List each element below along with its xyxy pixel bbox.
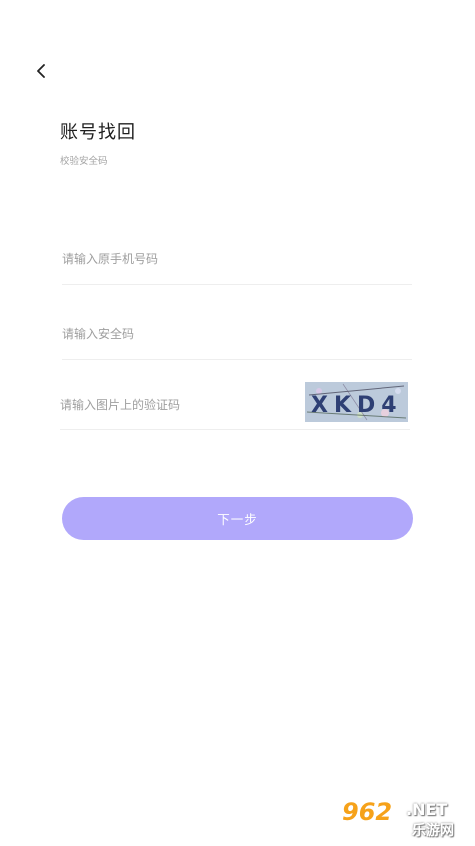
- security-code-input[interactable]: [62, 309, 412, 359]
- captcha-text: XKD4: [311, 393, 403, 418]
- captcha-graphic: XKD4: [305, 382, 408, 422]
- back-button[interactable]: [28, 58, 54, 84]
- phone-input[interactable]: [62, 234, 412, 284]
- chevron-left-icon: [37, 64, 45, 78]
- page-title: 账号找回: [60, 122, 136, 143]
- watermark-site-name: 乐游网: [412, 823, 454, 839]
- phone-field-row: [62, 234, 412, 285]
- page-subtitle: 校验安全码: [60, 156, 108, 167]
- captcha-field-row: XKD4: [60, 380, 410, 430]
- captcha-input[interactable]: [60, 380, 295, 429]
- next-step-button[interactable]: 下一步: [62, 497, 413, 540]
- captcha-image[interactable]: XKD4: [305, 382, 408, 422]
- watermark-number: 962: [342, 798, 393, 826]
- security-code-field-row: [62, 309, 412, 360]
- site-watermark: 962 .NET 乐游网: [336, 797, 468, 841]
- watermark-suffix: .NET: [406, 800, 448, 819]
